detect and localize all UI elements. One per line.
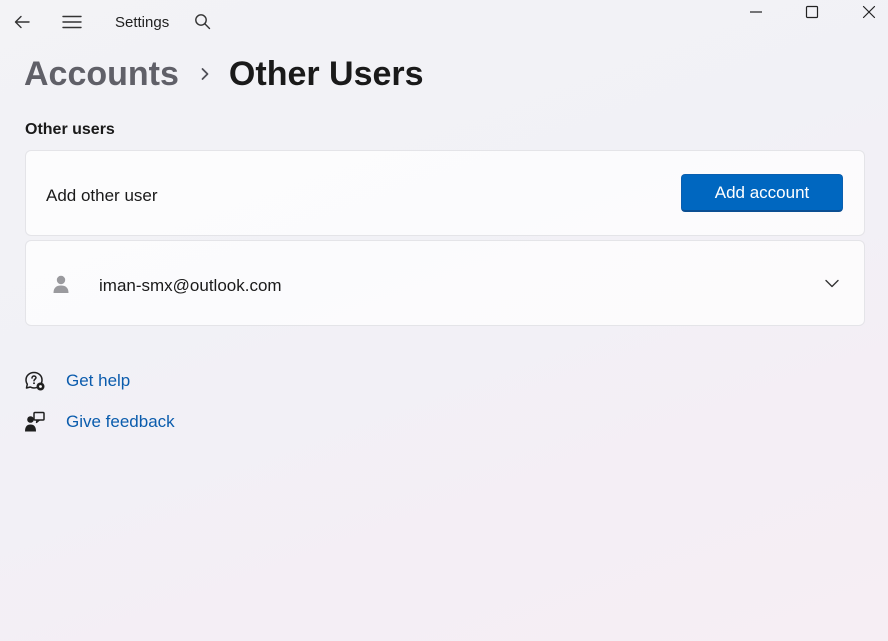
app-title: Settings	[115, 14, 170, 31]
close-button[interactable]	[851, 0, 887, 24]
chevron-right-icon	[199, 54, 211, 94]
maximize-button[interactable]	[794, 0, 830, 24]
add-account-button[interactable]: Add account	[681, 174, 843, 212]
add-other-user-card: Add other user Add account	[25, 150, 865, 236]
title-bar: Settings	[0, 0, 888, 46]
avatar	[46, 269, 76, 299]
give-feedback-label[interactable]: Give feedback	[66, 412, 175, 432]
breadcrumb: Accounts Other Users	[24, 52, 424, 96]
feedback-icon	[24, 411, 46, 433]
chevron-down-icon	[825, 279, 839, 288]
navigation-menu-button[interactable]	[58, 8, 86, 36]
person-icon	[53, 275, 69, 293]
user-email: iman-smx@outlook.com	[99, 276, 282, 295]
expand-button[interactable]	[820, 271, 844, 295]
section-title: Other users	[25, 121, 115, 138]
give-feedback-link[interactable]: Give feedback	[24, 410, 175, 434]
get-help-link[interactable]: Get help	[24, 369, 130, 393]
back-button[interactable]	[8, 8, 36, 36]
breadcrumb-accounts[interactable]: Accounts	[24, 54, 179, 94]
minimize-button[interactable]	[738, 0, 774, 24]
close-icon	[862, 5, 876, 19]
user-account-card[interactable]: iman-smx@outlook.com	[25, 240, 865, 326]
add-other-user-label: Add other user	[46, 186, 158, 205]
search-button[interactable]	[190, 9, 214, 33]
search-icon	[194, 13, 210, 29]
page-title: Other Users	[228, 55, 424, 93]
help-chat-icon	[24, 370, 46, 392]
back-arrow-icon	[14, 15, 30, 29]
maximize-icon	[805, 5, 819, 19]
hamburger-menu-icon	[62, 15, 82, 29]
get-help-label[interactable]: Get help	[66, 371, 130, 391]
minimize-icon	[750, 11, 762, 13]
